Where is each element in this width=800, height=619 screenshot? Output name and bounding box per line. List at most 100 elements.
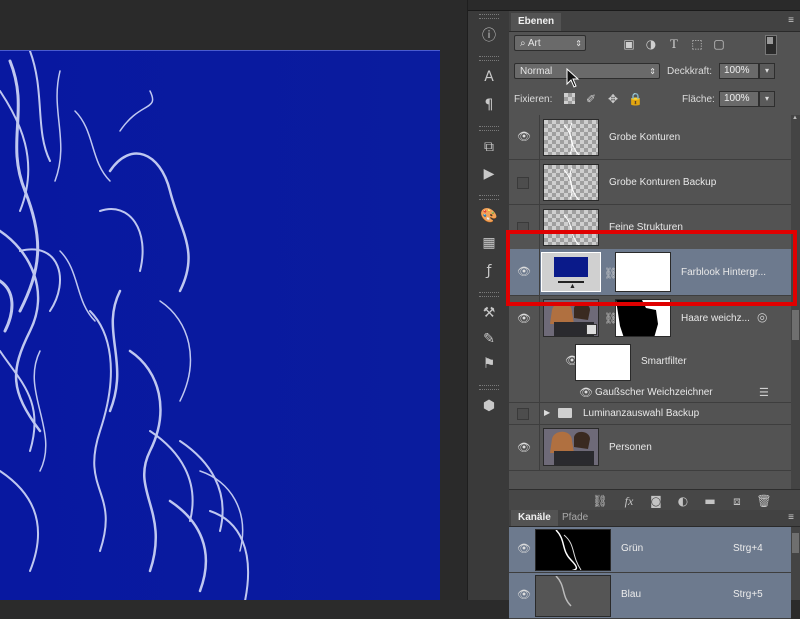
layer-row[interactable]: Grobe Konturen Backup [509,160,791,205]
eye-icon[interactable]: 👁 [517,589,531,601]
visibility-toggle[interactable] [517,177,529,189]
layer-row[interactable]: 👁 Personen [509,425,791,471]
layer-row[interactable]: 👁 ⛓ Haare weichz... ◎ [509,296,791,341]
document-canvas[interactable] [0,50,440,600]
dock-collapse-bar[interactable] [468,0,510,11]
eye-icon[interactable]: 👁 [517,313,531,325]
tab-kanaele[interactable]: Kanäle [511,510,558,526]
dock-grip[interactable] [479,292,499,297]
adjustment-thumbnail: ▲ [541,252,601,292]
group-row[interactable]: ▶ Luminanzauswahl Backup [509,403,791,425]
layer-name: Haare weichz... [681,313,750,324]
color-palette-icon[interactable]: 🎨 [477,205,501,227]
dock-grip[interactable] [479,126,499,131]
dock-grip[interactable] [479,56,499,61]
mask-thumbnail[interactable] [615,252,671,292]
channel-row[interactable]: 👁 Blau Strg+5 [509,573,791,619]
lock-position-icon[interactable]: ✥ [606,92,620,106]
channel-shortcut: Strg+5 [733,589,763,600]
dock-grip[interactable] [479,385,499,390]
expand-arrow-icon[interactable]: ▶ [544,408,550,417]
add-mask-icon[interactable]: ◙ [648,493,664,509]
channel-green-thumb [555,530,582,570]
smart-filter-name: Smartfilter [641,356,687,367]
layer-row[interactable]: 👁 Grobe Konturen [509,115,791,160]
smart-filter-mask-thumbnail[interactable] [575,344,631,381]
panel-dock-strip: ⓘ A ¶ ⧉ ▶ 🎨 ▦ ƒ ⚒ ✎ ⚑ ⬢ [467,0,511,600]
smart-filter-row[interactable]: 👁 Smartfilter [509,341,791,383]
panel-menu-icon[interactable]: ≡ [788,15,794,26]
flame-image [0,51,440,600]
blend-mode-dropdown[interactable]: Normal ⇕ [514,63,660,79]
visibility-toggle[interactable] [517,408,529,420]
filter-type-label: Art [527,38,541,49]
smart-filter-indicator-icon[interactable]: ◎ [757,310,767,324]
channel-shortcut: Strg+4 [733,543,763,554]
visibility-toggle[interactable] [517,222,529,234]
styles-fx-icon[interactable]: ƒ [477,260,501,282]
filter-effect-row[interactable]: 👁 Gaußscher Weichzeichner ☰ [509,383,791,403]
lock-transparent-icon[interactable] [564,93,575,104]
new-layer-icon[interactable]: ⧈ [729,493,745,509]
layer-thumbnail [543,164,599,201]
eye-icon[interactable]: 👁 [517,131,531,143]
info-icon[interactable]: ⓘ [477,24,501,46]
layer-row[interactable]: Feine Strukturen [509,205,791,250]
layer-row-selected[interactable]: 👁 ▲ ⛓ Farblook Hintergr... [509,249,791,296]
tab-pfade[interactable]: Pfade [555,510,595,526]
actions-play-icon[interactable]: ▶ [477,163,501,185]
opacity-input[interactable]: 100% [719,63,759,79]
layer-name: Grobe Konturen [609,132,681,143]
panel-collapse-bar[interactable] [509,0,800,11]
fill-input[interactable]: 100% [719,91,759,107]
brush-presets-icon[interactable]: ⚒ [477,302,501,324]
adjustment-filter-icon[interactable]: ◑ [644,37,658,51]
blend-mode-value: Normal [520,66,553,77]
people-mask-thumb [616,300,658,336]
clone-source-icon[interactable]: ⚑ [477,353,501,375]
tab-ebenen[interactable]: Ebenen [511,13,562,31]
panel-menu-icon[interactable]: ≡ [788,512,794,523]
channel-row[interactable]: 👁 Grün Strg+4 [509,527,791,573]
trash-icon[interactable]: 🗑 [756,493,772,509]
new-group-icon[interactable]: ▬ [702,493,718,509]
group-name: Luminanzauswahl Backup [583,408,700,419]
character-icon[interactable]: A [477,66,501,88]
eye-icon[interactable]: 👁 [517,266,531,278]
mask-thumbnail[interactable] [615,299,671,337]
adjustment-layer-icon[interactable]: ◐ [675,493,691,509]
lock-pixels-icon[interactable]: ✐ [584,92,598,106]
paragraph-icon[interactable]: ¶ [477,94,501,116]
fx-icon[interactable]: fx [621,493,637,509]
brush-icon[interactable]: ✎ [477,328,501,350]
history-icon[interactable]: ⧉ [477,136,501,158]
link-layers-icon[interactable]: ⛓ [592,493,608,509]
3d-icon[interactable]: ⬢ [477,395,501,417]
eye-icon[interactable]: 👁 [517,442,531,454]
layer-name: Personen [609,442,652,453]
swatches-grid-icon[interactable]: ▦ [477,232,501,254]
search-icon: ⌕ [520,38,526,49]
layer-thumbnail [543,119,599,156]
eye-icon[interactable]: 👁 [579,387,593,399]
opacity-dropdown-button[interactable]: ▾ [759,63,775,79]
flame-thumb [563,122,580,155]
filter-blending-options-icon[interactable]: ☰ [759,386,769,399]
image-filter-icon[interactable]: ▣ [622,37,636,51]
filter-type-dropdown[interactable]: ⌕ Art ⇕ [514,35,586,51]
layers-scrollbar-thumb[interactable] [792,310,799,340]
type-filter-icon[interactable]: T [667,37,681,51]
smart-object-filter-icon[interactable]: ▢ [712,37,726,51]
layers-panel: Ebenen ≡ ⌕ Art ⇕ ▣ ◑ T ⬚ ▢ Normal ⇕ Deck… [509,0,800,619]
canvas-area[interactable] [0,0,467,600]
eye-icon[interactable]: 👁 [517,543,531,555]
dock-grip[interactable] [479,195,499,200]
lock-all-icon[interactable]: 🔒 [628,92,643,106]
filter-toggle-switch[interactable] [765,35,777,55]
dock-grip[interactable] [479,14,499,19]
fill-dropdown-button[interactable]: ▾ [759,91,775,107]
shape-filter-icon[interactable]: ⬚ [690,37,704,51]
layers-scrollbar[interactable]: ▲ [791,115,800,490]
channels-scrollbar[interactable] [791,527,800,600]
lock-label: Fixieren: [514,94,553,105]
